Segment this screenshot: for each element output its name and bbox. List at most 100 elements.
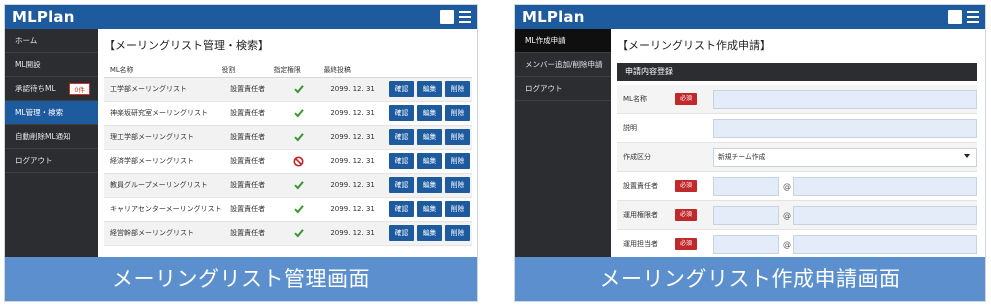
actions-cell: 確認 編集 削除 bbox=[381, 77, 472, 102]
form-row-creation-type: 作成区分 新規チーム作成 bbox=[617, 143, 977, 172]
section-header: 申請内容登録 bbox=[617, 63, 977, 81]
delete-button[interactable]: 削除 bbox=[445, 201, 470, 217]
sidebar-item-member-request[interactable]: メンバー追加/削除申請 bbox=[515, 53, 611, 77]
description-label: 説明 bbox=[623, 124, 637, 132]
window-icon[interactable] bbox=[440, 10, 454, 24]
permission-cell bbox=[273, 221, 324, 246]
description-input[interactable] bbox=[713, 119, 977, 138]
confirm-button[interactable]: 確認 bbox=[389, 105, 414, 121]
confirm-button[interactable]: 確認 bbox=[389, 81, 414, 97]
sidebar-item-ml-create[interactable]: ML作成申請 bbox=[515, 29, 611, 53]
creation-type-select[interactable]: 新規チーム作成 bbox=[713, 148, 977, 167]
delete-button[interactable]: 削除 bbox=[445, 105, 470, 121]
table-row: 理工学部メーリングリスト 設置責任者 2099. 12. 31 確認 編集 削除 bbox=[104, 125, 472, 150]
required-badge: 必須 bbox=[675, 180, 698, 192]
sidebar-item-auto-delete[interactable]: 自動削除ML通知 bbox=[5, 125, 98, 149]
top-bar: MLPlan bbox=[515, 5, 985, 29]
operator-local-input[interactable] bbox=[713, 206, 779, 225]
ml-name-cell: キャリアセンターメーリングリスト bbox=[104, 197, 222, 222]
edit-button[interactable]: 編集 bbox=[417, 201, 442, 217]
required-badge: 必須 bbox=[675, 93, 698, 105]
column-header-permission: 指定権限 bbox=[273, 61, 324, 78]
table-row: 神楽坂研究室メーリングリスト 設置責任者 2099. 12. 31 確認 編集 削除 bbox=[104, 101, 472, 126]
table-row: 経営幹部メーリングリスト 設置責任者 2099. 12. 31 確認 編集 削除 bbox=[104, 221, 472, 246]
hamburger-menu-icon[interactable] bbox=[967, 10, 979, 24]
ml-name-input[interactable] bbox=[713, 90, 977, 109]
owner-local-input[interactable] bbox=[713, 177, 779, 196]
check-icon bbox=[293, 109, 304, 118]
delete-button[interactable]: 削除 bbox=[445, 81, 470, 97]
delete-button[interactable]: 削除 bbox=[445, 129, 470, 145]
form-row-description: 説明 bbox=[617, 114, 977, 143]
check-icon bbox=[293, 85, 304, 94]
last-post-cell: 2099. 12. 31 bbox=[323, 149, 382, 174]
edit-button[interactable]: 編集 bbox=[417, 225, 442, 241]
sidebar-item-ml-open[interactable]: ML開設 bbox=[5, 53, 98, 77]
edit-button[interactable]: 編集 bbox=[417, 81, 442, 97]
page-title: 【メーリングリスト作成申請】 bbox=[617, 39, 771, 52]
table-row: 経済学部メーリングリスト 設置責任者 2099. 12. 31 確認 編集 削除 bbox=[104, 149, 472, 174]
role-cell: 設置責任者 bbox=[221, 125, 274, 150]
check-icon bbox=[293, 181, 304, 190]
column-header-name: ML名称 bbox=[104, 61, 222, 78]
sidebar-item-pending[interactable]: 承認待ちML 0件 bbox=[5, 77, 98, 101]
confirm-button[interactable]: 確認 bbox=[389, 153, 414, 169]
required-badge: 必須 bbox=[675, 238, 698, 250]
last-post-cell: 2099. 12. 31 bbox=[323, 173, 382, 198]
delete-button[interactable]: 削除 bbox=[445, 225, 470, 241]
partial-domain-input[interactable] bbox=[793, 235, 977, 254]
role-cell: 設置責任者 bbox=[221, 77, 274, 102]
actions-cell: 確認 編集 削除 bbox=[381, 125, 472, 150]
delete-button[interactable]: 削除 bbox=[445, 177, 470, 193]
operator-domain-input[interactable] bbox=[793, 206, 977, 225]
owner-domain-input[interactable] bbox=[793, 177, 977, 196]
window-icon[interactable] bbox=[948, 10, 962, 24]
sidebar-item-ml-manage[interactable]: ML管理・検索 bbox=[5, 101, 98, 125]
last-post-cell: 2099. 12. 31 bbox=[323, 77, 382, 102]
dropdown-caret-icon bbox=[964, 154, 970, 158]
sidebar-item-logout[interactable]: ログアウト bbox=[515, 77, 611, 101]
last-post-cell: 2099. 12. 31 bbox=[323, 221, 382, 246]
edit-button[interactable]: 編集 bbox=[417, 105, 442, 121]
edit-button[interactable]: 編集 bbox=[417, 177, 442, 193]
sidebar-item-label: ML管理・検索 bbox=[15, 108, 64, 117]
permission-cell bbox=[273, 101, 324, 126]
operator-label: 運用権限者 bbox=[623, 211, 658, 219]
confirm-button[interactable]: 確認 bbox=[389, 129, 414, 145]
role-cell: 設置責任者 bbox=[221, 101, 274, 126]
form-row-partial: 運用担当者 必須 @ bbox=[617, 230, 977, 257]
ml-name-cell: 神楽坂研究室メーリングリスト bbox=[104, 101, 222, 126]
screen-caption: メーリングリスト管理画面 bbox=[5, 257, 477, 301]
delete-button[interactable]: 削除 bbox=[445, 153, 470, 169]
confirm-button[interactable]: 確認 bbox=[389, 177, 414, 193]
column-header-actions bbox=[381, 61, 472, 78]
sidebar-item-home[interactable]: ホーム bbox=[5, 29, 98, 53]
sidebar-item-label: ログアウト bbox=[525, 84, 563, 93]
actions-cell: 確認 編集 削除 bbox=[381, 173, 472, 198]
edit-button[interactable]: 編集 bbox=[417, 129, 442, 145]
ml-name-cell: 理工学部メーリングリスト bbox=[104, 125, 222, 150]
column-header-role: 役割 bbox=[221, 61, 274, 78]
ml-name-cell: 経営幹部メーリングリスト bbox=[104, 221, 222, 246]
confirm-button[interactable]: 確認 bbox=[389, 225, 414, 241]
sidebar-item-label: ML開設 bbox=[15, 60, 41, 69]
prohibited-icon bbox=[293, 155, 304, 167]
last-post-cell: 2099. 12. 31 bbox=[323, 101, 382, 126]
app-logo[interactable]: MLPlan bbox=[12, 8, 75, 26]
sidebar-item-label: 自動削除ML通知 bbox=[15, 132, 71, 141]
at-sign: @ bbox=[783, 211, 791, 220]
partial-local-input[interactable] bbox=[713, 235, 779, 254]
app-logo[interactable]: MLPlan bbox=[522, 8, 585, 26]
hamburger-menu-icon[interactable] bbox=[459, 10, 471, 24]
confirm-button[interactable]: 確認 bbox=[389, 201, 414, 217]
top-bar: MLPlan bbox=[5, 5, 477, 29]
edit-button[interactable]: 編集 bbox=[417, 153, 442, 169]
permission-cell bbox=[273, 173, 324, 198]
creation-type-value: 新規チーム作成 bbox=[718, 153, 766, 161]
ml-create-request-screen: MLPlan ML作成申請 メンバー追加/削除申請 ログアウト 【メーリングリス… bbox=[514, 4, 986, 302]
ml-name-cell: 経済学部メーリングリスト bbox=[104, 149, 222, 174]
permission-cell bbox=[273, 125, 324, 150]
sidebar-item-logout[interactable]: ログアウト bbox=[5, 149, 98, 173]
table-header-row: ML名称 役割 指定権限 最終投稿 bbox=[104, 61, 472, 78]
creation-type-label: 作成区分 bbox=[623, 153, 651, 161]
